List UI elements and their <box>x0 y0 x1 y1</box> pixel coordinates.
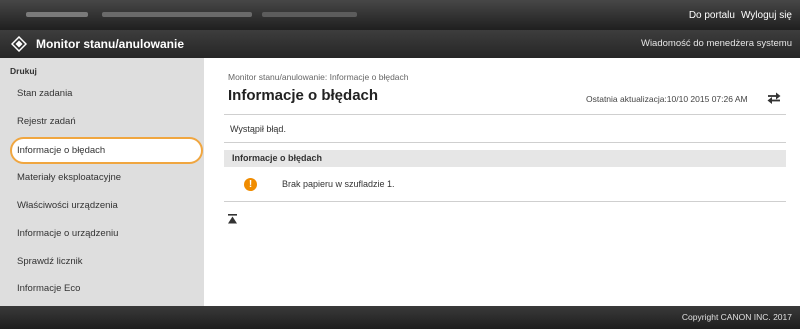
section-title: Informacje o błędach <box>232 153 323 163</box>
breadcrumb: Monitor stanu/anulowanie: Informacje o b… <box>228 72 409 82</box>
sidebar-item-device-features[interactable]: Właściwości urządzenia <box>17 200 118 211</box>
blurred-header-text <box>262 12 357 17</box>
sidebar-item-check-counter[interactable]: Sprawdź licznik <box>17 256 82 267</box>
footer: Copyright CANON INC. 2017 <box>0 306 800 329</box>
blurred-header-text <box>26 12 88 17</box>
sidebar-item-device-information[interactable]: Informacje o urządzeniu <box>17 228 118 239</box>
blurred-header-text <box>102 12 252 17</box>
logout-link[interactable]: Wyloguj się <box>741 10 792 21</box>
sidebar-item-job-log[interactable]: Rejestr zadań <box>17 116 76 127</box>
section-header: Informacje o błędach <box>224 150 786 167</box>
top-bar: Do portalu Wyloguj się <box>0 0 800 30</box>
header-links: Do portalu Wyloguj się <box>689 0 792 30</box>
title-bar: Monitor stanu/anulowanie Wiadomość do me… <box>0 30 800 58</box>
sidebar-item-consumables[interactable]: Materiały eksploatacyjne <box>17 172 121 183</box>
sidebar-item-job-status[interactable]: Stan zadania <box>17 88 72 99</box>
last-update-text: Ostatnia aktualizacja:10/10 2015 07:26 A… <box>586 94 748 104</box>
page-title: Informacje o błędach <box>228 87 379 104</box>
error-message: Brak papieru w szufladzie 1. <box>282 179 395 189</box>
sidebar: Drukuj Stan zadania Rejestr zadań Inform… <box>0 58 204 306</box>
main-content: Monitor stanu/anulowanie: Informacje o b… <box>204 58 800 306</box>
copyright-text: Copyright CANON INC. 2017 <box>681 312 792 322</box>
divider <box>224 201 786 202</box>
sidebar-heading: Drukuj <box>10 66 37 76</box>
divider <box>224 142 786 143</box>
canon-logo-icon <box>11 36 27 52</box>
error-notice: Wystąpił błąd. <box>230 124 286 134</box>
divider <box>224 114 786 115</box>
scroll-to-top-icon[interactable] <box>228 214 237 224</box>
sidebar-item-error-information[interactable]: Informacje o błędach <box>10 137 203 164</box>
portal-link[interactable]: Do portalu <box>689 10 735 21</box>
sidebar-item-eco-information[interactable]: Informacje Eco <box>17 283 80 294</box>
refresh-icon[interactable] <box>766 90 782 106</box>
system-manager-message-link[interactable]: Wiadomość do menedżera systemu <box>641 30 792 58</box>
app-title: Monitor stanu/anulowanie <box>36 37 185 51</box>
warning-icon: ! <box>244 178 257 191</box>
